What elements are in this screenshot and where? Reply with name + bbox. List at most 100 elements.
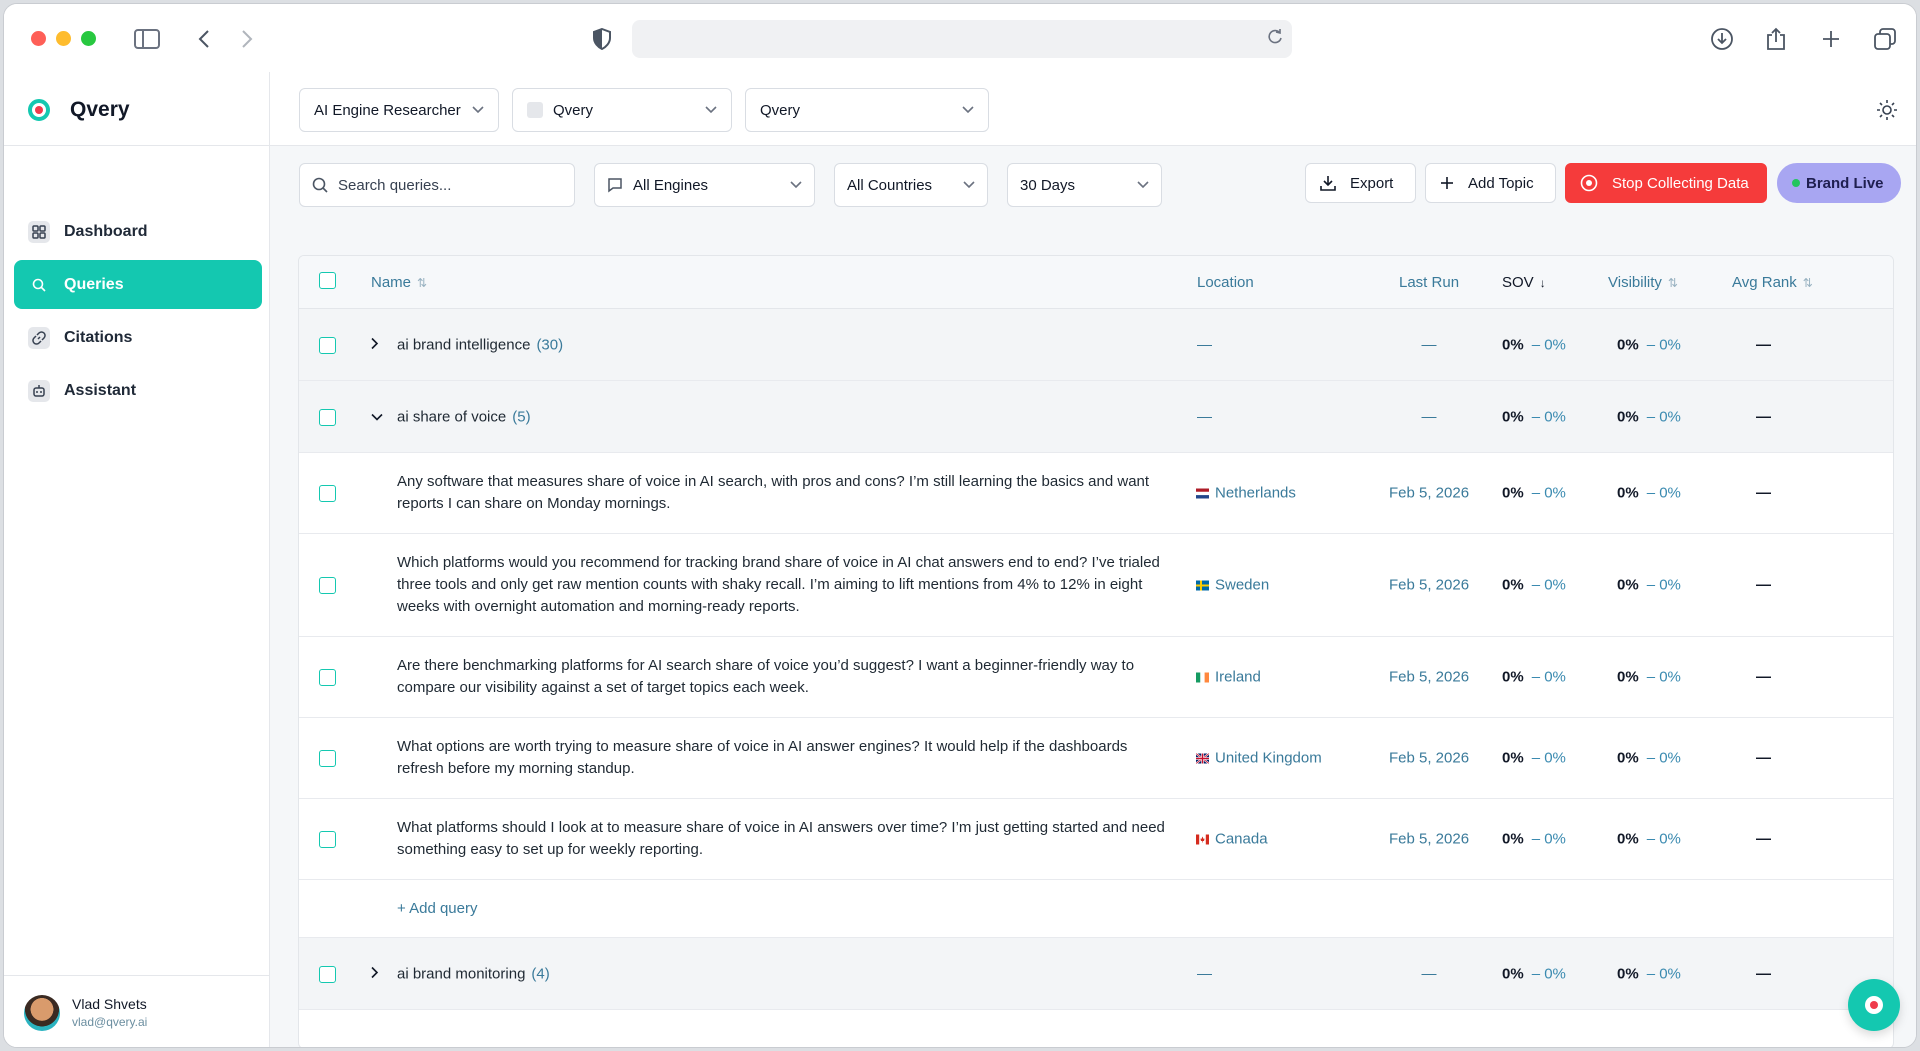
sidebar-item-label: Queries [64,275,124,293]
column-avg-rank[interactable]: Avg Rank ⇅ [1732,274,1813,291]
sort-desc-icon: ↓ [1539,275,1546,290]
group-row[interactable]: ai brand intelligence (30) — — 0% – 0% 0%… [299,309,1893,381]
export-button[interactable]: Export [1305,163,1416,203]
add-topic-button[interactable]: Add Topic [1425,163,1556,203]
download-icon[interactable] [1707,24,1737,54]
row-checkbox[interactable] [319,669,336,686]
address-bar[interactable] [632,20,1292,58]
role-select[interactable]: AI Engine Researcher [299,88,499,132]
column-sov-label: SOV [1502,274,1534,291]
column-visibility-label: Visibility [1608,274,1662,291]
close-window-button[interactable] [31,31,46,46]
table-row[interactable]: Which platforms would you recommend for … [299,534,1893,637]
group-row[interactable]: ai brand monitoring (4) — — 0% – 0% 0% – 0… [299,938,1893,1010]
date-range-select[interactable]: 30 Days [1007,163,1162,207]
share-icon[interactable] [1761,24,1791,54]
row-checkbox[interactable] [319,750,336,767]
search-input[interactable]: Search queries... [299,163,575,207]
countries-select-value: All Countries [847,176,933,194]
chevron-down-icon [472,103,484,117]
brand-select[interactable]: Qvery [745,88,989,132]
new-tab-icon[interactable] [1816,24,1846,54]
reload-icon[interactable] [1266,28,1284,51]
brand-live-label: Brand Live [1806,174,1884,192]
row-checkbox[interactable] [319,408,336,426]
sweden-flag-icon [1196,580,1209,590]
sidebar-item-queries[interactable]: Queries [14,260,262,309]
query-text: Are there benchmarking platforms for AI … [397,657,1135,696]
maximize-window-button[interactable] [81,31,96,46]
group-sov: 0% – 0% [1502,965,1566,982]
add-query-button[interactable]: + Add query [397,900,477,917]
column-last-run-label: Last Run [1399,274,1460,291]
row-checkbox[interactable] [319,577,336,594]
group-visibility: 0% – 0% [1617,408,1681,425]
brand[interactable]: Qvery [28,92,130,128]
group-row[interactable]: ai share of voice (5) — — 0% – 0% 0% – 0% … [299,381,1893,453]
table-header: Name ⇅ Location Last Run SOV ↓ Visibilit… [299,256,1893,309]
shield-icon[interactable] [587,24,617,54]
workspace-select[interactable]: Qvery [512,88,732,132]
forward-icon[interactable] [232,24,262,54]
chevron-down-icon[interactable] [371,409,385,425]
qvery-logo-icon [28,99,50,121]
query-avg-rank: — [1756,830,1771,848]
table-row[interactable]: Any software that measures share of voic… [299,453,1893,534]
chevron-down-icon [790,178,802,192]
query-location: Netherlands [1196,485,1296,502]
date-range-value: 30 Days [1020,176,1076,194]
brand-select-value: Qvery [760,101,801,119]
query-visibility: 0% – 0% [1617,668,1681,686]
table-row[interactable]: Are there benchmarking platforms for AI … [299,637,1893,718]
table-row[interactable]: What options are worth trying to measure… [299,718,1893,799]
stop-collecting-button[interactable]: Stop Collecting Data [1565,163,1767,203]
row-checkbox[interactable] [319,336,336,354]
tabs-overview-icon[interactable] [1870,24,1900,54]
query-sov: 0% – 0% [1502,749,1566,767]
query-sov: 0% – 0% [1502,668,1566,686]
divider [4,145,270,146]
query-location: Sweden [1196,577,1269,594]
sidebar-item-dashboard[interactable]: Dashboard [14,207,262,256]
row-checkbox[interactable] [319,485,336,502]
engines-select-value: All Engines [633,176,709,194]
sort-icon: ⇅ [1667,275,1678,290]
engines-select[interactable]: All Engines [594,163,815,207]
group-title[interactable]: ai share of voice (5) [371,408,531,425]
query-visibility: 0% – 0% [1617,749,1681,767]
column-last-run[interactable]: Last Run [1399,274,1459,291]
column-visibility[interactable]: Visibility ⇅ [1608,274,1678,291]
group-count: (4) [531,965,550,982]
query-last-run: Feb 5, 2026 [1388,668,1470,686]
chat-icon [607,177,623,193]
column-sov[interactable]: SOV ↓ [1502,274,1546,291]
brand-live-button[interactable]: Brand Live [1777,163,1901,203]
sidebar-toggle-icon[interactable] [132,24,162,54]
group-last-run: — [1421,336,1437,353]
back-icon[interactable] [189,24,219,54]
row-checkbox[interactable] [319,965,336,983]
column-name[interactable]: Name ⇅ [371,274,427,291]
query-text: What platforms should I look at to measu… [397,819,1165,858]
chevron-right-icon[interactable] [371,337,385,353]
sidebar-item-assistant[interactable]: Assistant [14,366,262,415]
chevron-right-icon[interactable] [371,966,385,982]
sidebar-item-citations[interactable]: Citations [14,313,262,362]
group-title[interactable]: ai brand intelligence (30) [371,336,563,353]
row-checkbox[interactable] [319,831,336,848]
query-last-run: Feb 5, 2026 [1388,484,1470,502]
query-visibility: 0% – 0% [1617,830,1681,848]
user-profile[interactable]: Vlad Shvets vlad@qvery.ai [4,975,270,1047]
queries-table: Name ⇅ Location Last Run SOV ↓ Visibilit… [298,255,1894,1047]
download-icon [1320,175,1336,191]
table-row[interactable]: What platforms should I look at to measu… [299,799,1893,880]
query-last-run: Feb 5, 2026 [1388,830,1470,848]
select-all-checkbox[interactable] [319,272,336,289]
group-avg-rank: — [1756,965,1771,982]
theme-toggle-sun-icon[interactable] [1876,99,1898,121]
group-title[interactable]: ai brand monitoring (4) [371,965,550,982]
countries-select[interactable]: All Countries [834,163,988,207]
assistant-chat-button[interactable] [1848,979,1900,1031]
minimize-window-button[interactable] [56,31,71,46]
workspace-select-value: Qvery [553,101,594,119]
